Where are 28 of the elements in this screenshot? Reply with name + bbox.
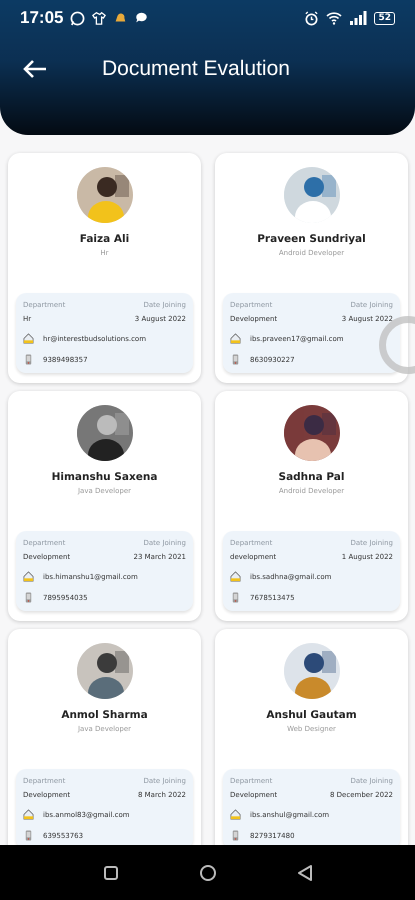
employee-name: Sadhna Pal [278,471,344,483]
wifi-icon [326,11,342,25]
battery-level: 52 [374,12,395,24]
status-time: 17:05 [20,8,64,28]
shirt-icon [92,11,106,25]
square-icon [102,864,118,880]
alarm-icon [304,10,320,26]
employee-name: Anshul Gautam [266,709,357,721]
message-icon [134,11,150,25]
back-arrow-icon [22,59,48,79]
phone-icon [230,354,241,365]
phone-icon [23,830,34,841]
phone-icon [230,830,241,841]
phone-icon [23,592,34,603]
recents-button[interactable] [102,864,118,880]
page-title: Document Evalution [102,57,290,81]
employee-name: Himanshu Saxena [52,471,158,483]
employee-name: Faiza Ali [80,233,130,245]
phone-icon [230,592,241,603]
home-button[interactable] [198,864,216,882]
circle-icon [198,864,216,882]
back-nav-button[interactable] [296,864,312,882]
signal-icon [349,11,368,25]
triangle-icon [296,864,312,882]
phone-icon [23,354,34,365]
employee-name: Anmol Sharma [61,709,148,721]
employee-name: Praveen Sundriyal [257,233,366,245]
back-button[interactable] [22,59,48,79]
